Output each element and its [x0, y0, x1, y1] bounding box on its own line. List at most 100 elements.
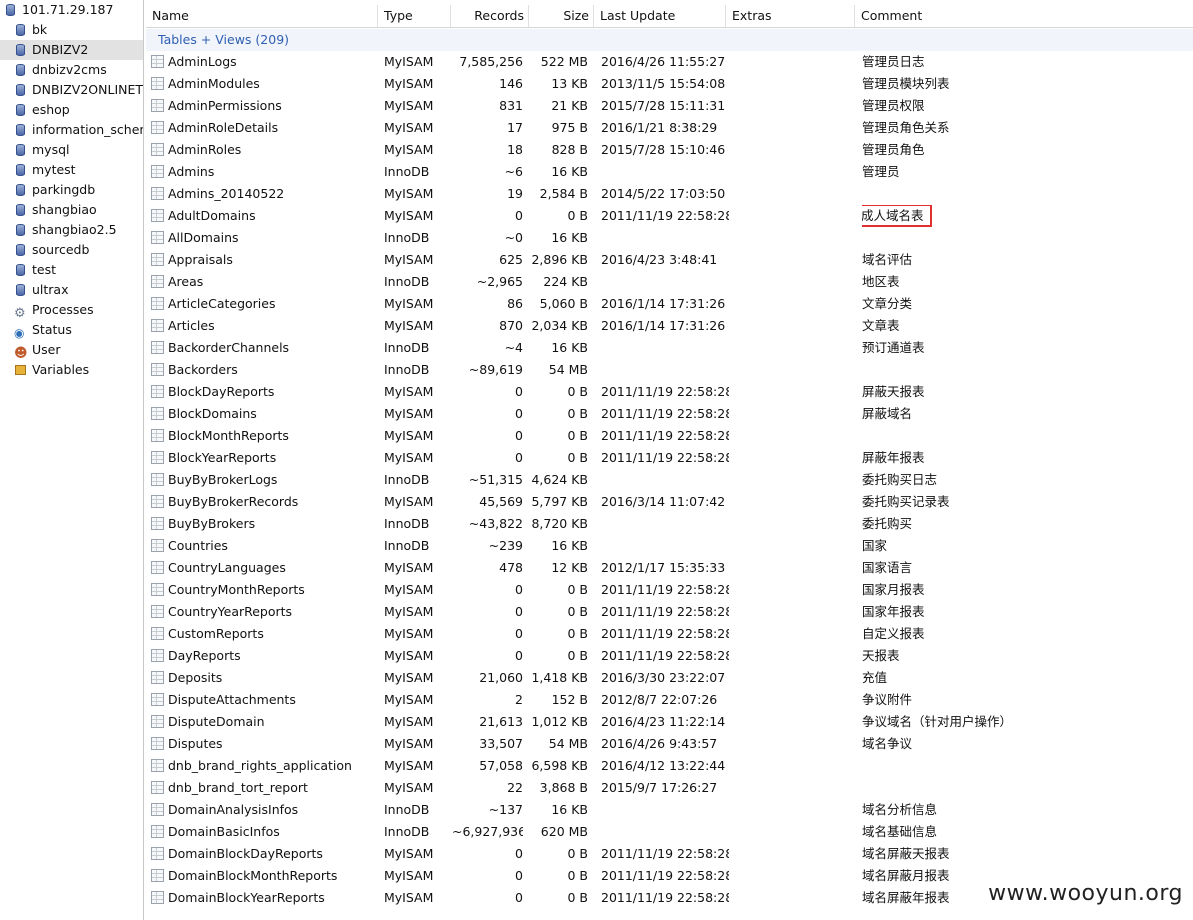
table-row[interactable]: Articles MyISAM 870 2,034 KB 2016/1/14 17:31…	[146, 315, 1193, 337]
last-update: 2011/11/19 22:58:28	[601, 890, 729, 905]
engine-type: InnoDB	[384, 230, 430, 245]
tree-item-database[interactable]: mysql	[0, 140, 143, 160]
table-row[interactable]: AdminLogs MyISAM 7,585,256 522 MB 2016/4/26 …	[146, 51, 1193, 73]
table-row[interactable]: Admins InnoDB ~6 16 KB 管理员	[146, 161, 1193, 183]
table-row[interactable]: ArticleCategories MyISAM 86 5,060 B 2016/1/1…	[146, 293, 1193, 315]
table-row[interactable]: DomainBasicInfos InnoDB ~6,927,936 620 MB 域名…	[146, 821, 1193, 843]
table-row[interactable]: CountryMonthReports MyISAM 0 0 B 2011/11/19 …	[146, 579, 1193, 601]
table-row[interactable]: AdminPermissions MyISAM 831 21 KB 2015/7/28 …	[146, 95, 1193, 117]
comment-text: 屏蔽天报表	[862, 384, 925, 399]
table-name-cell: DayReports	[146, 645, 376, 667]
table-row[interactable]: DisputeDomain MyISAM 21,613 1,012 KB 2016/4/…	[146, 711, 1193, 733]
column-size[interactable]: Size	[529, 5, 594, 27]
table-name: DomainAnalysisInfos	[168, 802, 299, 817]
table-row[interactable]: Backorders InnoDB ~89,619 54 MB	[146, 359, 1193, 381]
table-row[interactable]: Areas InnoDB ~2,965 224 KB 地区表	[146, 271, 1193, 293]
tree-item-database[interactable]: shangbiao2.5	[0, 220, 143, 240]
tree-item-database[interactable]: information_schema	[0, 120, 143, 140]
tree-item-database[interactable]: ultrax	[0, 280, 143, 300]
table-size: 1,012 KB	[531, 714, 588, 729]
table-size: 620 MB	[540, 824, 588, 839]
table-row[interactable]: DomainBlockDayReports MyISAM 0 0 B 2011/11/1…	[146, 843, 1193, 865]
record-count: ~6	[504, 164, 523, 179]
table-icon	[151, 319, 164, 332]
table-row[interactable]: DayReports MyISAM 0 0 B 2011/11/19 22:58:28 天…	[146, 645, 1193, 667]
table-row[interactable]: AdminRoles MyISAM 18 828 B 2015/7/28 15:10:4…	[146, 139, 1193, 161]
table-row[interactable]: BlockYearReports MyISAM 0 0 B 2011/11/19 22:…	[146, 447, 1193, 469]
column-records[interactable]: Records	[451, 5, 529, 27]
column-comment[interactable]: Comment	[855, 5, 1193, 27]
last-update: 2016/4/26 11:55:27	[601, 54, 726, 69]
tree-item-database[interactable]: test	[0, 260, 143, 280]
record-count: 0	[515, 208, 523, 223]
table-row[interactable]: DomainAnalysisInfos InnoDB ~137 16 KB 域名分析信息	[146, 799, 1193, 821]
table-row[interactable]: Deposits MyISAM 21,060 1,418 KB 2016/3/30 23…	[146, 667, 1193, 689]
tree-item-database[interactable]: parkingdb	[0, 180, 143, 200]
tree-item-database[interactable]: shangbiao	[0, 200, 143, 220]
tree-item-database[interactable]: DNBIZV2	[0, 40, 143, 60]
tree-item-database[interactable]: mytest	[0, 160, 143, 180]
tree-item-server[interactable]: 101.71.29.187	[0, 0, 143, 20]
table-icon	[151, 583, 164, 596]
record-count: 0	[515, 450, 523, 465]
column-extras[interactable]: Extras	[726, 5, 855, 27]
table-row[interactable]: Admins_20140522 MyISAM 19 2,584 B 2014/5/22 …	[146, 183, 1193, 205]
column-last-update[interactable]: Last Update	[594, 5, 726, 27]
last-update	[601, 469, 729, 491]
table-size: 0 B	[567, 582, 588, 597]
table-row[interactable]: BuyByBrokers InnoDB ~43,822 8,720 KB 委托购买	[146, 513, 1193, 535]
table-row[interactable]: CountryLanguages MyISAM 478 12 KB 2012/1/17 …	[146, 557, 1193, 579]
table-row[interactable]: Appraisals MyISAM 625 2,896 KB 2016/4/23 3:4…	[146, 249, 1193, 271]
last-update: 2016/3/14 11:07:42	[601, 494, 726, 509]
engine-type: MyISAM	[384, 846, 434, 861]
table-row[interactable]: dnb_brand_rights_application MyISAM 57,058…	[146, 755, 1193, 777]
tree-item-database[interactable]: eshop	[0, 100, 143, 120]
table-row[interactable]: BlockDomains MyISAM 0 0 B 2011/11/19 22:58:2…	[146, 403, 1193, 425]
engine-type: MyISAM	[384, 736, 434, 751]
record-count: 0	[515, 846, 523, 861]
table-row[interactable]: Disputes MyISAM 33,507 54 MB 2016/4/26 9:43:…	[146, 733, 1193, 755]
table-row[interactable]: DisputeAttachments MyISAM 2 152 B 2012/8/7 2…	[146, 689, 1193, 711]
table-row[interactable]: AdminModules MyISAM 146 13 KB 2013/11/5 15:5…	[146, 73, 1193, 95]
tree-item-database[interactable]: bk	[0, 20, 143, 40]
table-comment	[862, 755, 1192, 777]
group-header[interactable]: Tables + Views (209)	[146, 29, 1193, 51]
tree-item-processes[interactable]: Processes	[0, 300, 143, 320]
comment-text: 国家	[862, 538, 888, 553]
database-icon	[14, 63, 27, 77]
table-comment: 争议域名（针对用户操作）	[862, 711, 1192, 733]
table-row[interactable]: CountryYearReports MyISAM 0 0 B 2011/11/19 2…	[146, 601, 1193, 623]
comment-text: 域名基础信息	[862, 824, 938, 839]
tree-item-database[interactable]: DNBIZV2ONLINETEST	[0, 80, 143, 100]
record-count: 7,585,256	[459, 54, 523, 69]
table-comment: 管理员	[862, 161, 1192, 183]
table-rows: AdminLogs MyISAM 7,585,256 522 MB 2016/4/26 …	[146, 51, 1193, 909]
table-row[interactable]: AdultDomains MyISAM 0 0 B 2011/11/19 22:58:2…	[146, 205, 1193, 227]
comment-text: 国家年报表	[862, 604, 925, 619]
table-row[interactable]: BackorderChannels InnoDB ~4 16 KB 预订通道表	[146, 337, 1193, 359]
table-row[interactable]: BlockMonthReports MyISAM 0 0 B 2011/11/19 22…	[146, 425, 1193, 447]
table-row[interactable]: BuyByBrokerRecords MyISAM 45,569 5,797 KB 20…	[146, 491, 1193, 513]
table-name: CountryMonthReports	[168, 582, 305, 597]
table-row[interactable]: AllDomains InnoDB ~0 16 KB	[146, 227, 1193, 249]
table-row[interactable]: dnb_brand_tort_report MyISAM 22 3,868 B 2015…	[146, 777, 1193, 799]
database-label: dnbizv2cms	[32, 62, 107, 77]
table-row[interactable]: Countries InnoDB ~239 16 KB 国家	[146, 535, 1193, 557]
record-count: ~51,315	[468, 472, 523, 487]
tree-item-database[interactable]: dnbizv2cms	[0, 60, 143, 80]
table-name: DomainBasicInfos	[168, 824, 280, 839]
table-row[interactable]: BuyByBrokerLogs InnoDB ~51,315 4,624 KB 委托购买…	[146, 469, 1193, 491]
table-size: 16 KB	[551, 538, 588, 553]
tree-item-status[interactable]: Status	[0, 320, 143, 340]
table-row[interactable]: AdminRoleDetails MyISAM 17 975 B 2016/1/21 8…	[146, 117, 1193, 139]
tree-item-database[interactable]: sourcedb	[0, 240, 143, 260]
table-comment: 委托购买日志	[862, 469, 1192, 491]
table-row[interactable]: BlockDayReports MyISAM 0 0 B 2011/11/19 22:5…	[146, 381, 1193, 403]
last-update	[601, 799, 729, 821]
column-type[interactable]: Type	[378, 5, 451, 27]
tree-item-user[interactable]: User	[0, 340, 143, 360]
table-row[interactable]: CustomReports MyISAM 0 0 B 2011/11/19 22:58:…	[146, 623, 1193, 645]
column-name[interactable]: Name	[146, 5, 378, 27]
tree-item-variables[interactable]: Variables	[0, 360, 143, 380]
table-list-panel: Name Type Records Size Last Update Extra…	[146, 0, 1193, 920]
